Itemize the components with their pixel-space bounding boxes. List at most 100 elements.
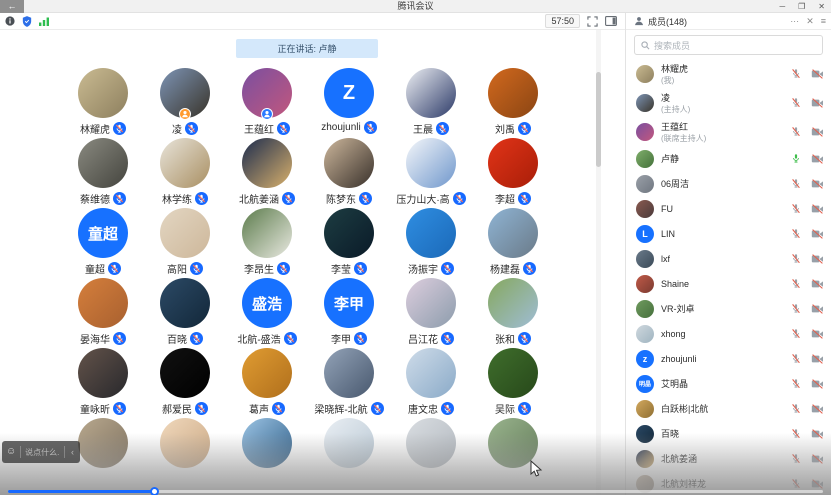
camera-off-icon[interactable] [811, 354, 824, 364]
participant-tile[interactable]: 李莹 [308, 208, 390, 278]
participant-tile[interactable]: 童超 童超 [62, 208, 144, 278]
participant-tile[interactable] [226, 418, 308, 488]
member-row[interactable]: VR-刘卓 [626, 296, 831, 321]
progress-knob[interactable] [150, 487, 159, 495]
participant-tile[interactable]: 郝爱民 [144, 348, 226, 418]
camera-off-icon[interactable] [811, 254, 824, 264]
participant-tile[interactable]: 吴际 [472, 348, 554, 418]
panel-close-icon[interactable]: ✕ [806, 16, 814, 27]
minimize-icon[interactable]: ─ [777, 2, 787, 11]
member-row[interactable]: 凌 (主持人) [626, 88, 831, 117]
camera-off-icon[interactable] [811, 304, 824, 314]
member-row[interactable]: 北航姜涵 [626, 446, 831, 471]
mic-off-icon[interactable] [790, 378, 802, 390]
participant-tile[interactable]: 杨建磊 [472, 208, 554, 278]
more-options-icon[interactable]: ··· [790, 16, 799, 26]
close-icon[interactable]: ✕ [816, 2, 827, 11]
gallery-scrollbar[interactable] [596, 30, 601, 495]
participant-tile[interactable]: 王晨 [390, 68, 472, 138]
participant-tile[interactable]: 李甲 李甲 [308, 278, 390, 348]
participant-tile[interactable]: 盛浩 北航-盛浩 [226, 278, 308, 348]
member-row[interactable]: xhong [626, 321, 831, 346]
member-row[interactable]: FU [626, 196, 831, 221]
mic-off-icon[interactable] [790, 403, 802, 415]
participant-tile[interactable]: 唐文忠 [390, 348, 472, 418]
mic-off-icon[interactable] [790, 228, 802, 240]
mic-off-icon[interactable] [790, 126, 802, 138]
participant-tile[interactable]: 北航姜涵 [226, 138, 308, 208]
info-icon[interactable] [5, 16, 15, 26]
camera-off-icon[interactable] [811, 69, 824, 79]
mic-off-icon[interactable] [790, 303, 802, 315]
camera-off-icon[interactable] [811, 229, 824, 239]
participant-tile[interactable]: 汤振宇 [390, 208, 472, 278]
camera-off-icon[interactable] [811, 404, 824, 414]
member-row[interactable]: 百晓 [626, 421, 831, 446]
participant-tile[interactable] [308, 418, 390, 488]
participant-tile[interactable] [390, 418, 472, 488]
member-search-input[interactable]: 搜索成员 [634, 35, 823, 55]
network-signal-icon[interactable] [39, 17, 50, 26]
participant-tile[interactable]: 李昂生 [226, 208, 308, 278]
camera-off-icon[interactable] [811, 204, 824, 214]
member-row[interactable]: z zhoujunli [626, 346, 831, 371]
participant-tile[interactable]: 林耀虎 [62, 68, 144, 138]
camera-off-icon[interactable] [811, 454, 824, 464]
mic-off-icon[interactable] [790, 453, 802, 465]
camera-off-icon[interactable] [811, 479, 824, 489]
participant-tile[interactable]: 压力山大·高 [390, 138, 472, 208]
participant-tile[interactable]: 童咏昕 [62, 348, 144, 418]
participant-tile[interactable] [472, 418, 554, 488]
participant-tile[interactable]: 张和 [472, 278, 554, 348]
participant-tile[interactable]: 蔡维德 [62, 138, 144, 208]
participant-tile[interactable]: 高阳 [144, 208, 226, 278]
shield-security-icon[interactable] [22, 16, 32, 27]
member-row[interactable]: 白跃彬|北航 [626, 396, 831, 421]
mic-off-icon[interactable] [790, 353, 802, 365]
camera-off-icon[interactable] [811, 279, 824, 289]
member-row[interactable]: 06周洁 [626, 171, 831, 196]
participant-tile[interactable]: 李超 [472, 138, 554, 208]
mic-off-icon[interactable] [790, 478, 802, 490]
collapse-chat-icon[interactable]: ‹ [69, 447, 76, 457]
mic-off-icon[interactable] [790, 328, 802, 340]
chat-input[interactable]: 说点什么... [25, 447, 60, 458]
participant-tile[interactable]: 百晓 [144, 278, 226, 348]
camera-off-icon[interactable] [811, 98, 824, 108]
member-row[interactable]: 卢静 [626, 146, 831, 171]
member-row[interactable]: L LIN [626, 221, 831, 246]
participant-tile[interactable]: 晏海华 [62, 278, 144, 348]
camera-off-icon[interactable] [811, 127, 824, 137]
member-row[interactable]: lxf [626, 246, 831, 271]
mic-off-icon[interactable] [790, 203, 802, 215]
participant-tile[interactable]: 葛声 [226, 348, 308, 418]
emoji-icon[interactable]: ☺ [6, 447, 16, 457]
camera-off-icon[interactable] [811, 379, 824, 389]
member-row[interactable]: 明晶 艾明晶 [626, 371, 831, 396]
mic-off-icon[interactable] [790, 178, 802, 190]
participant-tile[interactable]: 刘禹 [472, 68, 554, 138]
participant-tile[interactable]: 陈梦东 [308, 138, 390, 208]
member-row[interactable]: Shaine [626, 271, 831, 296]
restore-icon[interactable]: ❐ [796, 2, 807, 11]
participant-tile[interactable]: 凌 [144, 68, 226, 138]
fullscreen-icon[interactable] [587, 16, 598, 27]
mic-off-icon[interactable] [790, 253, 802, 265]
camera-off-icon[interactable] [811, 179, 824, 189]
participant-tile[interactable]: 梁晓辉-北航 [308, 348, 390, 418]
camera-off-icon[interactable] [811, 429, 824, 439]
participant-tile[interactable] [144, 418, 226, 488]
gallery-scrollbar-thumb[interactable] [596, 72, 601, 167]
mic-off-icon[interactable] [790, 428, 802, 440]
member-row[interactable]: 林耀虎 (我) [626, 59, 831, 88]
mic-off-icon[interactable] [790, 97, 802, 109]
participant-tile[interactable]: 林学练 [144, 138, 226, 208]
camera-off-icon[interactable] [811, 154, 824, 164]
panel-menu-icon[interactable]: ≡ [821, 16, 826, 26]
mic-off-icon[interactable] [790, 68, 802, 80]
participant-tile[interactable]: 吕江花 [390, 278, 472, 348]
mic-active-icon[interactable] [790, 153, 802, 165]
mic-off-icon[interactable] [790, 278, 802, 290]
participant-tile[interactable]: Z zhoujunli [308, 68, 390, 138]
member-row[interactable]: 王蕴红 (联席主持人) [626, 117, 831, 146]
